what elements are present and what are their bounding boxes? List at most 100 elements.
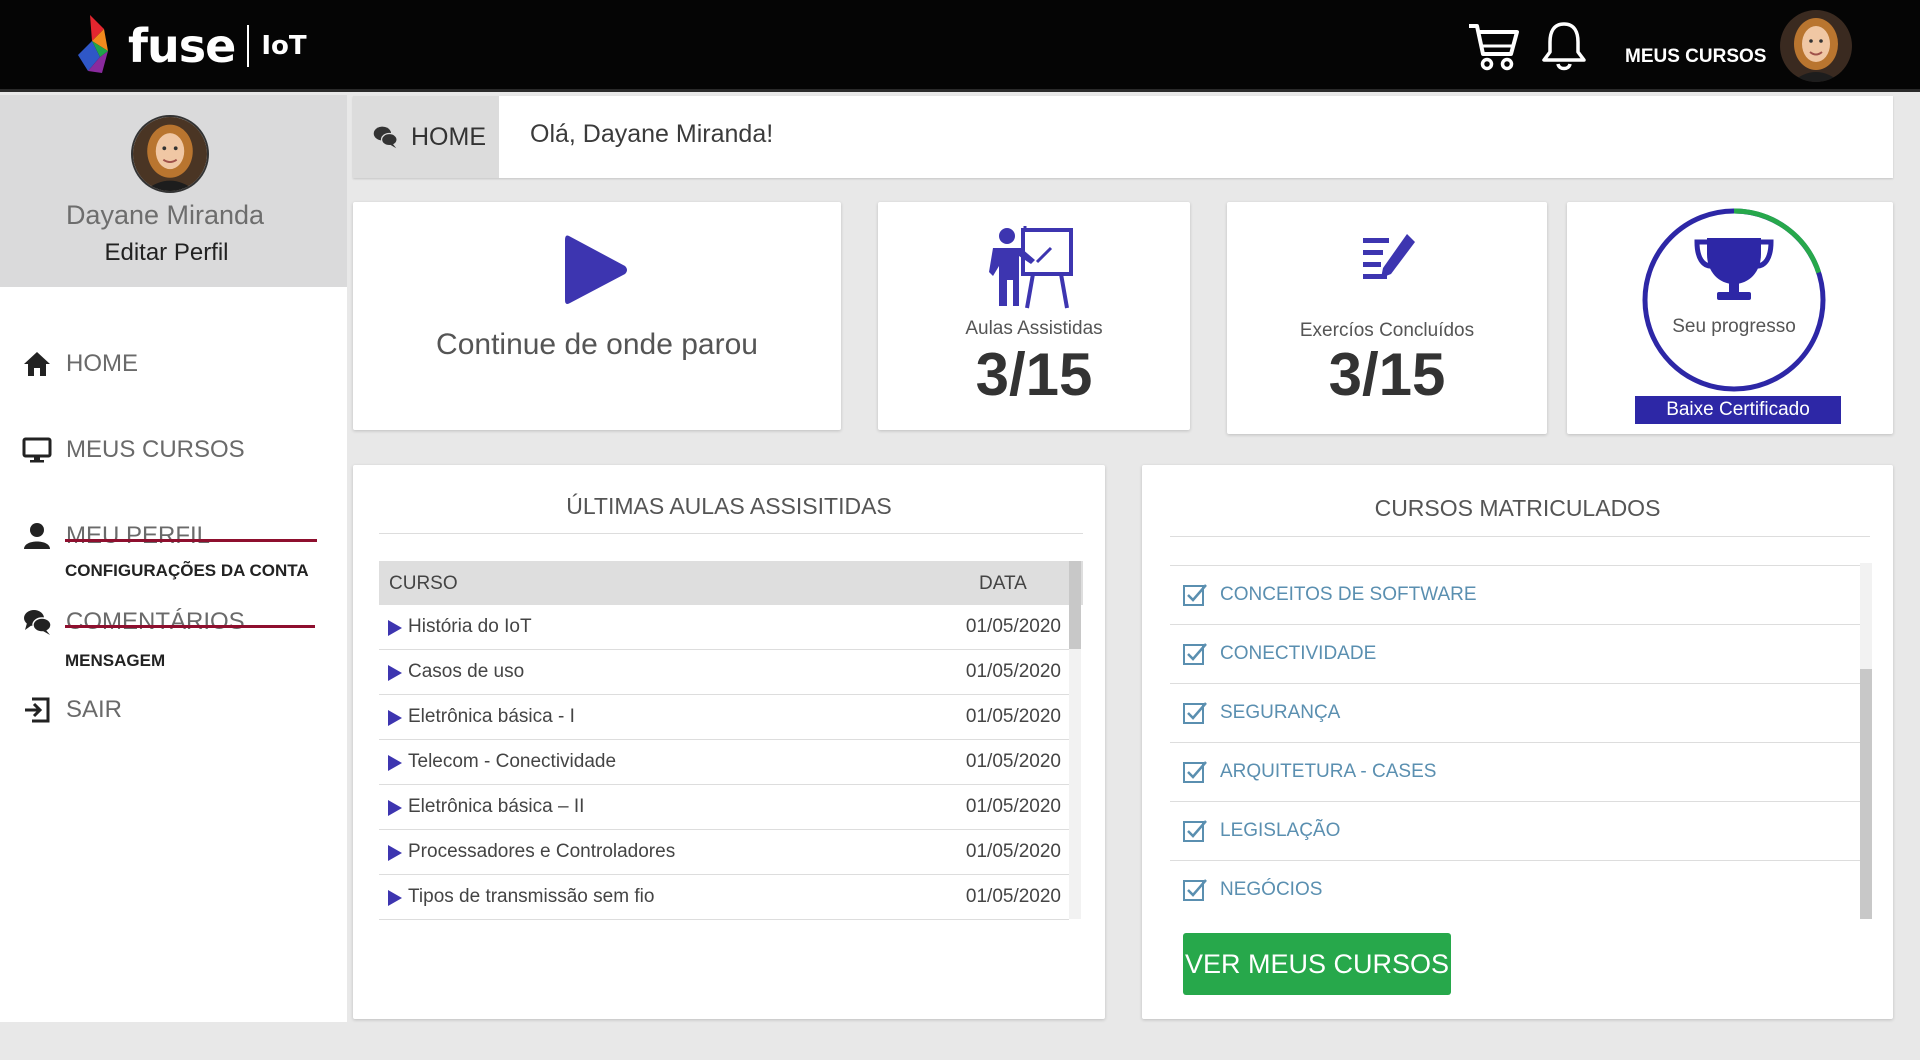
enrolled-courses-title: CURSOS MATRICULADOS	[1374, 495, 1661, 521]
table-row[interactable]: Eletrônica básica - I 01/05/2020	[379, 695, 1069, 740]
row-date: 01/05/2020	[965, 616, 1061, 637]
course-label: SEGURANÇA	[1220, 702, 1341, 723]
lessons-watched-card: Aulas Assistidas 3/15	[878, 202, 1190, 430]
brand-name: fuse	[128, 19, 236, 73]
cart-icon[interactable]	[1465, 18, 1521, 74]
sidebar-item-sublabel[interactable]: CONFIGURAÇÕES DA CONTA	[65, 561, 309, 581]
table-row[interactable]: Telecom - Conectividade 01/05/2020	[379, 740, 1069, 785]
strikethrough-line	[65, 539, 317, 542]
checkbox-checked-icon	[1183, 820, 1207, 842]
course-label: NEGÓCIOS	[1220, 879, 1323, 900]
brand-suffix: IoT	[261, 31, 307, 61]
list-item[interactable]: CONECTIVIDADE	[1170, 624, 1860, 683]
fuse-logo-mark-icon	[78, 15, 108, 73]
continue-card[interactable]: Continue de onde parou	[353, 202, 841, 430]
sidebar-item-sublabel[interactable]: MENSAGEM	[65, 651, 165, 671]
progress-ring	[1642, 208, 1826, 392]
row-course: Eletrônica básica - I	[408, 706, 575, 727]
lessons-watched-label: Aulas Assistidas	[965, 318, 1103, 339]
view-my-courses-button[interactable]: VER MEUS CURSOS	[1183, 933, 1451, 995]
sidebar-item-home[interactable]: HOME	[22, 349, 138, 379]
course-label: LEGISLAÇÃO	[1220, 820, 1341, 841]
checklist-pencil-icon	[1363, 234, 1415, 279]
play-icon	[565, 235, 627, 304]
row-date: 01/05/2020	[965, 886, 1061, 907]
row-date: 01/05/2020	[965, 796, 1061, 817]
user-avatar-icon[interactable]	[1780, 10, 1852, 82]
lessons-scrollbar[interactable]	[1069, 561, 1081, 919]
edit-profile-link[interactable]: Editar Perfil	[0, 239, 333, 267]
home-icon	[24, 352, 50, 376]
strikethrough-line	[65, 625, 315, 628]
download-certificate-button[interactable]: Baixe Certificado	[1635, 396, 1841, 424]
sidebar-item-my-courses[interactable]: MEUS CURSOS	[22, 435, 245, 465]
row-course: Processadores e Controladores	[408, 841, 676, 862]
sidebar-item-my-profile[interactable]: MEU PERFIL	[22, 521, 210, 551]
courses-scrollbar[interactable]	[1860, 563, 1872, 919]
table-row[interactable]: História do IoT 01/05/2020	[379, 605, 1069, 650]
row-date: 01/05/2020	[965, 841, 1061, 862]
play-triangle-icon	[388, 800, 402, 816]
row-date: 01/05/2020	[965, 661, 1061, 682]
progress-label: Seu progresso	[1672, 316, 1796, 337]
sidebar-item-logout[interactable]: SAIR	[22, 695, 122, 725]
tab-home-label: HOME	[411, 122, 486, 151]
course-label: CONECTIVIDADE	[1220, 643, 1377, 664]
play-triangle-icon	[388, 845, 402, 861]
list-item[interactable]: SEGURANÇA	[1170, 683, 1860, 742]
list-item[interactable]: NEGÓCIOS	[1170, 860, 1860, 919]
last-lessons-title: ÚLTIMAS AULAS ASSISITIDAS	[566, 493, 892, 519]
top-bar: fuse IoT MEUS CURSOS	[0, 0, 1920, 92]
greeting-text: Olá, Dayane Miranda!	[530, 120, 774, 148]
panel-divider	[379, 533, 1083, 534]
chat-bubbles-icon	[373, 126, 398, 149]
checkbox-checked-icon	[1183, 584, 1207, 606]
home-header: HOME Olá, Dayane Miranda!	[353, 96, 1893, 178]
column-header-course: CURSO	[389, 573, 458, 594]
panel-divider	[1170, 536, 1870, 537]
play-triangle-icon	[388, 620, 402, 636]
sidebar-item-label: MEUS CURSOS	[66, 436, 245, 463]
sidebar-item-comments[interactable]: COMENTÁRIOS	[22, 607, 245, 637]
row-date: 01/05/2020	[965, 706, 1061, 727]
exercises-completed-label: Exercíos Concluídos	[1299, 320, 1475, 341]
column-header-date: DATA	[979, 573, 1027, 594]
courses-scrollbar-thumb[interactable]	[1860, 669, 1872, 919]
course-label: ARQUITETURA - CASES	[1220, 761, 1437, 782]
chat-bubbles-icon	[24, 610, 52, 635]
sidebar-item-label: SAIR	[66, 696, 123, 723]
play-triangle-icon	[388, 890, 402, 906]
brand-logo[interactable]: fuse IoT	[72, 0, 307, 92]
profile-avatar-icon	[131, 115, 209, 193]
list-item[interactable]: LEGISLAÇÃO	[1170, 801, 1860, 860]
profile-name: Dayane Miranda	[65, 200, 265, 230]
lessons-scrollbar-thumb[interactable]	[1069, 561, 1081, 649]
last-lessons-panel: ÚLTIMAS AULAS ASSISITIDAS CURSO DATA His…	[353, 465, 1105, 1019]
table-header: CURSO DATA	[379, 561, 1083, 605]
row-course: Eletrônica básica – II	[408, 796, 585, 817]
list-item[interactable]: CONCEITOS DE SOFTWARE	[1170, 565, 1860, 624]
lessons-watched-value: 3/15	[975, 341, 1093, 408]
checkbox-checked-icon	[1183, 879, 1207, 901]
bell-icon[interactable]	[1536, 18, 1592, 74]
brand-separator	[247, 25, 250, 67]
checkbox-checked-icon	[1183, 643, 1207, 665]
tab-home[interactable]: HOME	[353, 96, 499, 178]
play-triangle-icon	[388, 665, 402, 681]
table-row[interactable]: Tipos de transmissão sem fio 01/05/2020	[379, 875, 1069, 920]
checkbox-checked-icon	[1183, 702, 1207, 724]
continue-label: Continue de onde parou	[436, 328, 758, 361]
row-date: 01/05/2020	[965, 751, 1061, 772]
logout-icon	[25, 697, 50, 723]
row-course: História do IoT	[408, 616, 532, 637]
list-item[interactable]: ARQUITETURA - CASES	[1170, 742, 1860, 801]
profile-box: Dayane Miranda Editar Perfil	[0, 95, 347, 287]
sidebar-item-label: HOME	[66, 350, 138, 377]
top-my-courses-link[interactable]: MEUS CURSOS	[1625, 46, 1766, 68]
table-row[interactable]: Eletrônica básica – II 01/05/2020	[379, 785, 1069, 830]
play-triangle-icon	[388, 755, 402, 771]
course-label: CONCEITOS DE SOFTWARE	[1220, 584, 1477, 605]
table-row[interactable]: Casos de uso 01/05/2020	[379, 650, 1069, 695]
user-icon	[24, 523, 50, 549]
table-row[interactable]: Processadores e Controladores 01/05/2020	[379, 830, 1069, 875]
